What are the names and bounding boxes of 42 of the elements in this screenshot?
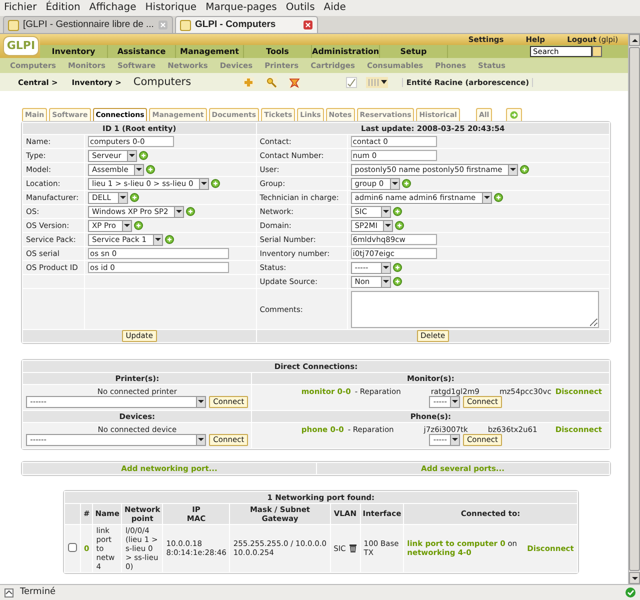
bars-dropdown-icon[interactable] — [366, 76, 388, 88]
trash-icon[interactable] — [348, 544, 357, 553]
status-text: Terminé — [20, 587, 56, 598]
menu-item[interactable]: Aide — [324, 2, 346, 14]
scrollbar-thumb[interactable] — [629, 47, 640, 571]
menu-item[interactable]: Outils — [286, 2, 315, 14]
plus-circle-icon[interactable] — [395, 221, 404, 230]
check-icon — [625, 587, 636, 598]
plus-circle-icon[interactable] — [392, 207, 402, 216]
menu-item[interactable]: Édition — [46, 2, 80, 14]
browser-tab[interactable]: GLPI - Computers — [174, 16, 318, 33]
plus-circle-icon[interactable] — [392, 263, 402, 272]
search-icon[interactable] — [266, 76, 278, 88]
scroll-up-button[interactable] — [629, 34, 640, 46]
menu-item[interactable]: Fichier — [4, 2, 37, 14]
next-tab[interactable] — [506, 108, 522, 121]
close-icon[interactable] — [302, 20, 313, 30]
comments-field[interactable] — [350, 290, 599, 328]
menu-item[interactable]: Historique — [145, 2, 197, 14]
page-title: Computers — [133, 76, 192, 88]
menu-item[interactable]: Affichage — [89, 2, 136, 14]
plus-circle-icon[interactable] — [130, 193, 139, 202]
page-icon — [4, 588, 14, 598]
plus-circle-icon[interactable] — [146, 165, 156, 174]
plus-circle-icon[interactable] — [211, 179, 220, 188]
scroll-down-button[interactable] — [629, 572, 640, 584]
plus-circle-icon[interactable] — [520, 165, 530, 174]
plus-circle-icon[interactable] — [392, 277, 402, 286]
checkmark-icon[interactable] — [346, 76, 358, 88]
checkbox[interactable] — [68, 542, 77, 552]
plus-circle-icon[interactable] — [494, 193, 503, 202]
plus-circle-icon[interactable] — [134, 221, 143, 230]
search-button[interactable] — [592, 46, 602, 57]
plus-circle-icon[interactable] — [139, 151, 148, 160]
plus-circle-icon[interactable] — [164, 235, 174, 244]
plus-circle-icon[interactable] — [186, 207, 196, 216]
browser-tab[interactable]: [GLPI - Gestionnaire libre de ... — [3, 16, 173, 33]
arrow-icon — [510, 111, 518, 120]
menu-item[interactable]: Marque-pages — [206, 2, 277, 14]
favicon-icon — [180, 20, 191, 30]
plus-circle-icon[interactable] — [402, 179, 411, 188]
favicon-icon — [8, 20, 19, 30]
